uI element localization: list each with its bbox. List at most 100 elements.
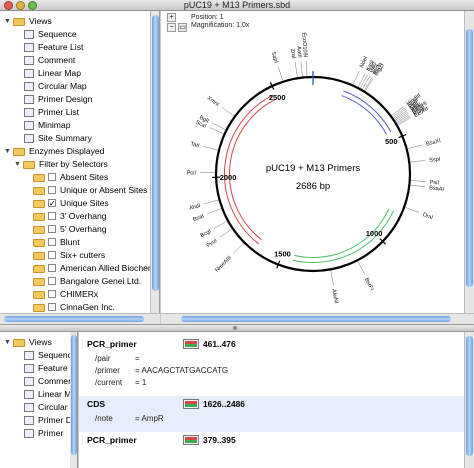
disclosure-triangle-icon[interactable]: ▼ — [14, 158, 21, 171]
folder-icon — [23, 161, 35, 169]
sidebar-item[interactable]: Primer List — [0, 106, 150, 119]
sidebar-item[interactable]: Six+ cutters — [0, 249, 150, 262]
map-title: pUC19 + M13 Primers — [266, 163, 360, 174]
sidebar-item[interactable]: Absent Sites — [0, 171, 150, 184]
sidebar-item[interactable]: Primer Design — [0, 93, 150, 106]
selector-checkbox[interactable] — [48, 264, 56, 272]
site-leader-line — [405, 207, 420, 213]
restriction-site-label: ZraI — [289, 48, 297, 59]
sidebar-item[interactable]: ▼ Views — [0, 15, 150, 28]
sidebar-item[interactable]: 5' Overhang — [0, 223, 150, 236]
sidebar-item-label: Blunt — [60, 237, 80, 247]
selector-checkbox[interactable] — [48, 212, 56, 220]
map-horizontal-thumb[interactable] — [181, 316, 451, 322]
qualifier-value: = — [135, 354, 140, 363]
feature-direction-icon[interactable] — [183, 339, 199, 349]
folder-icon — [33, 291, 45, 299]
restriction-site-label: AhdI — [189, 203, 202, 212]
selector-checkbox[interactable] — [48, 303, 56, 311]
site-leader-line — [407, 144, 423, 149]
bottom-sidebar-item[interactable]: Primer D — [0, 414, 72, 427]
bottom-sidebar-scrollbar[interactable] — [70, 332, 77, 468]
map-vertical-thumb[interactable] — [466, 29, 473, 287]
qualifier-key: /primer — [95, 366, 120, 375]
folder-icon — [33, 226, 45, 234]
map-vertical-scrollbar[interactable] — [464, 11, 474, 313]
splitter-handle-icon[interactable] — [233, 326, 237, 330]
title-bar: pUC19 + M13 Primers.sbd — [0, 0, 474, 11]
selector-checkbox[interactable] — [48, 173, 56, 181]
disclosure-triangle-icon[interactable]: ▼ — [4, 145, 11, 158]
primer-design-icon — [24, 95, 34, 104]
sidebar-item[interactable]: Sequence — [0, 28, 150, 41]
sidebar-item[interactable]: Circular Map — [0, 80, 150, 93]
restriction-site-label: BsaAI — [429, 185, 445, 193]
bottom-sidebar-item[interactable]: Primer — [0, 427, 70, 440]
sidebar-item[interactable]: ▼ Filter by Selectors — [0, 158, 150, 171]
site-summary-icon — [24, 134, 34, 143]
feature-entry[interactable]: CDS 1626..2486/note = AmpR — [79, 396, 464, 432]
sidebar-item[interactable]: Bangalore Genei Ltd. — [0, 275, 150, 288]
bottom-sidebar-item[interactable]: ▼ Views — [0, 336, 70, 349]
plasmid-map[interactable]: 500 1000 1500 2000 2500 pUC19 + M13 Primers 26… — [161, 11, 464, 313]
disclosure-triangle-icon[interactable]: ▼ — [4, 336, 11, 349]
sidebar-horizontal-thumb[interactable] — [4, 316, 144, 322]
sidebar-item-label: Unique or Absent Sites — [60, 185, 148, 195]
sidebar-item[interactable]: Feature List — [0, 41, 150, 54]
sidebar-item[interactable]: Site Summary — [0, 132, 150, 145]
circular-map-icon — [24, 403, 34, 412]
sidebar-scroll-thumb[interactable] — [152, 15, 159, 291]
selector-checkbox[interactable] — [48, 277, 56, 285]
disclosure-triangle-icon[interactable]: ▼ — [4, 15, 11, 28]
feature-direction-icon[interactable] — [183, 435, 199, 445]
selector-checkbox[interactable] — [48, 251, 56, 259]
sidebar-item[interactable]: Blunt — [0, 236, 150, 249]
selector-checkbox[interactable] — [48, 238, 56, 246]
site-leader-line — [219, 228, 233, 238]
site-leader-line — [357, 261, 365, 275]
feature-list-thumb[interactable] — [466, 336, 473, 456]
sidebar-item[interactable]: American Allied Biochemical — [0, 262, 159, 275]
sidebar-item[interactable]: CHIMERx — [0, 288, 150, 301]
selector-checkbox[interactable] — [48, 290, 56, 298]
feature-direction-icon[interactable] — [183, 399, 199, 409]
sidebar-item[interactable]: ▼ Enzymes Displayed — [0, 145, 150, 158]
site-leader-line — [410, 180, 426, 182]
feature-list-scrollbar[interactable] — [464, 332, 474, 468]
feature-entry[interactable]: PCR_primer 461..476/pair = /primer = AACAGCT… — [79, 336, 464, 396]
bottom-sidebar-thumb[interactable] — [71, 335, 77, 455]
site-leader-line — [410, 160, 426, 163]
map-horizontal-scrollbar[interactable] — [161, 313, 474, 324]
site-leader-line — [352, 70, 360, 85]
qualifier-value: = 1 — [135, 378, 147, 387]
restriction-site-label: BsrFI — [363, 277, 375, 292]
bottom-sidebar-item[interactable]: Sequence — [0, 349, 77, 362]
circular-map-view[interactable]: + ▭ − Position: 1 Magnification: 1.0x 50… — [161, 11, 474, 324]
tick-label: 1500 — [274, 249, 291, 258]
sidebar-item[interactable]: Linear Map — [0, 67, 150, 80]
bottom-sidebar-item[interactable]: Commen — [0, 375, 73, 388]
sidebar-item[interactable]: Comment — [0, 54, 150, 67]
site-leader-line — [232, 242, 244, 254]
sidebar-horizontal-scrollbar[interactable] — [0, 313, 160, 324]
sidebar-item[interactable]: CinnaGen Inc. — [0, 301, 150, 313]
feature-entry[interactable]: PCR_primer 379..395 — [79, 432, 464, 456]
sidebar-item-label: Primer Design — [38, 94, 93, 104]
selector-checkbox[interactable] — [48, 225, 56, 233]
restriction-site-label: SspI — [429, 157, 441, 164]
restriction-site-label: BsaXI — [426, 138, 442, 148]
lacz-feature — [343, 90, 392, 133]
sidebar-item[interactable]: Minimap — [0, 119, 150, 132]
bottom-sidebar-item[interactable]: Circular — [0, 401, 70, 414]
sidebar-item[interactable]: 3' Overhang — [0, 210, 150, 223]
sidebar-item[interactable]: Unique or Absent Sites — [0, 184, 150, 197]
bottom-sidebar-item[interactable]: Linear M — [0, 388, 71, 401]
pane-splitter[interactable] — [0, 324, 474, 332]
folder-icon — [33, 252, 45, 260]
bottom-sidebar-item[interactable]: Feature — [0, 362, 70, 375]
selector-checkbox[interactable] — [48, 186, 56, 194]
sidebar-item[interactable]: ✓ Unique Sites — [0, 197, 150, 210]
selector-checkbox[interactable]: ✓ — [48, 199, 56, 208]
sidebar-scrollbar[interactable] — [150, 11, 159, 313]
site-leader-line — [300, 61, 303, 77]
